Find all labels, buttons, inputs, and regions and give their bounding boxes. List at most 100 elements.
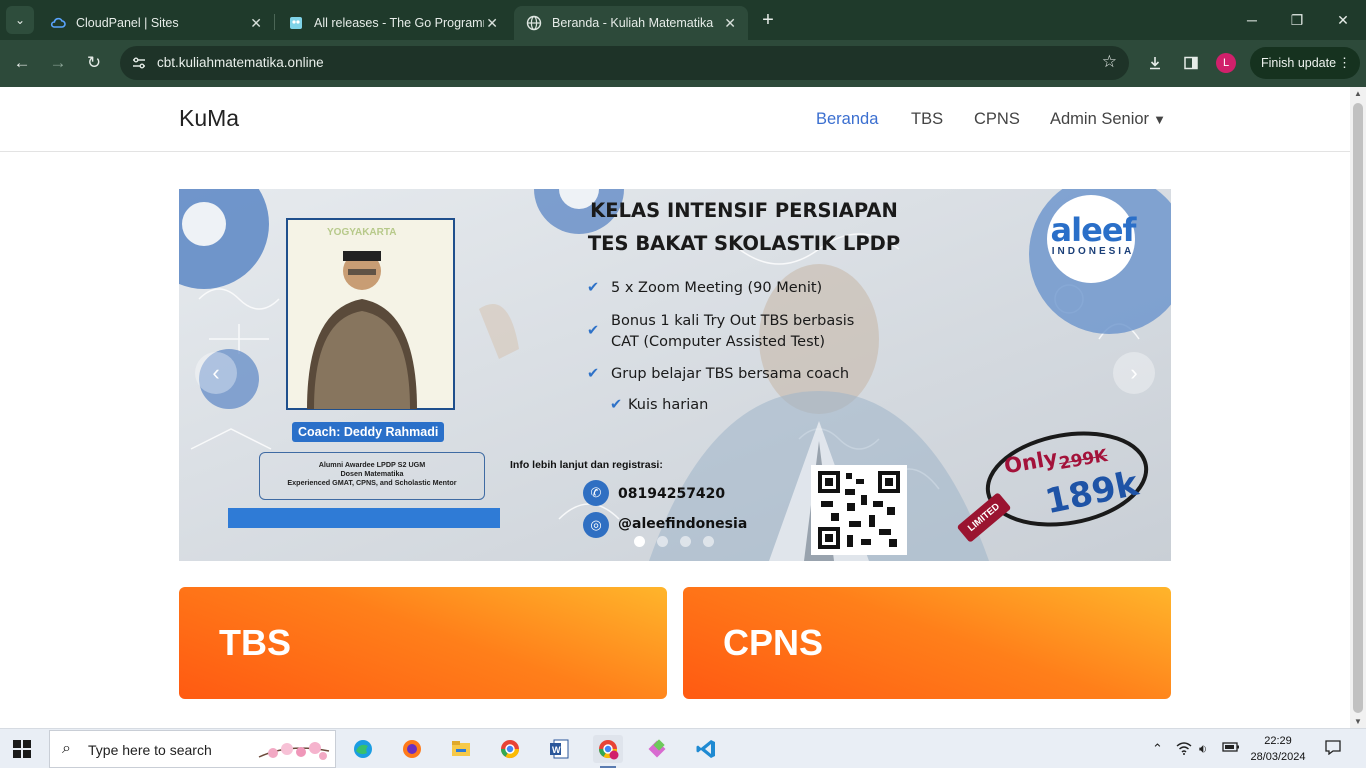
feature-item: ✔ 5 x Zoom Meeting (90 Menit) (587, 278, 822, 299)
carousel-prev-button[interactable]: ‹ (195, 352, 237, 394)
carousel-indicator[interactable] (634, 536, 645, 547)
file-explorer-icon[interactable] (446, 735, 476, 763)
cherry-blossom-icon (258, 742, 330, 760)
volume-icon[interactable]: 🔉︎ (1199, 741, 1207, 757)
chrome-profile-icon[interactable] (593, 735, 623, 768)
checkmark-icon: ✔ (587, 280, 600, 296)
carousel-indicator[interactable] (657, 536, 668, 547)
tab-go-releases[interactable]: All releases - The Go Programming Langua… (276, 6, 510, 40)
nav-beranda[interactable]: Beranda (816, 110, 878, 129)
banner-title-line2: TES BAKAT SKOLASTIK LPDP (587, 232, 901, 255)
tab-beranda[interactable]: Beranda - Kuliah Matematika ✕ (514, 6, 748, 40)
carousel-indicators (634, 536, 714, 547)
feature-item: ✔ Bonus 1 kali Try Out TBS berbasis (587, 311, 854, 339)
edge-icon[interactable] (348, 735, 378, 763)
coach-name-tag: Coach: Deddy Rahmadi (292, 422, 445, 442)
search-icon: ⌕ (62, 740, 71, 757)
tab-title: Beranda - Kuliah Matematika (552, 16, 714, 30)
photo-caption: YOGYAKARTA (327, 227, 397, 238)
phone-number: 08194257420 (618, 486, 726, 502)
notification-icon[interactable] (1324, 739, 1342, 760)
banner-title-line1: KELAS INTENSIF PERSIAPAN (590, 199, 898, 222)
search-placeholder: Type here to search (88, 742, 212, 758)
checkmark-icon: ✔ (587, 323, 600, 339)
back-arrow-icon[interactable]: ← (9, 50, 35, 76)
network-icon[interactable] (1176, 741, 1192, 758)
promo-carousel: KELAS INTENSIF PERSIAPAN TES BAKAT SKOLA… (179, 189, 1171, 561)
carousel-indicator[interactable] (680, 536, 691, 547)
more-menu-icon[interactable]: ⋮ (1338, 55, 1351, 71)
feature-item: ✔ Grup belajar TBS bersama coach (587, 364, 849, 385)
tab-cloudpanel[interactable]: CloudPanel | Sites ✕ (38, 6, 274, 40)
card-title: TBS (219, 622, 291, 663)
web-page: KuMa Beranda TBS CPNS Admin Senior ▼ KEL… (0, 87, 1350, 728)
instagram-handle: @aleefindonesia (618, 516, 748, 532)
go-gopher-icon (288, 15, 304, 31)
feature-item: ✔ Kuis harian (610, 395, 708, 416)
url-text: cbt.kuliahmatematika.online (157, 55, 324, 70)
close-icon[interactable]: ✕ (486, 15, 498, 32)
address-bar[interactable]: cbt.kuliahmatematika.online ☆ (120, 46, 1129, 80)
finish-update-label: Finish update (1261, 56, 1337, 70)
card-title: CPNS (723, 622, 824, 663)
site-settings-icon[interactable] (128, 52, 150, 74)
info-label: Info lebih lanjut dan registrasi: (510, 459, 663, 471)
close-window-icon[interactable]: ✕ (1331, 8, 1355, 32)
close-icon[interactable]: ✕ (250, 15, 262, 32)
close-icon[interactable]: ✕ (724, 15, 736, 32)
taskbar-search-box[interactable]: ⌕ Type here to search (49, 730, 336, 768)
tab-title: All releases - The Go Programming Langua… (314, 16, 484, 30)
tab-separator (274, 14, 275, 30)
nav-tbs[interactable]: TBS (911, 110, 943, 129)
new-tab-plus-icon[interactable]: + (756, 8, 780, 32)
vscode-icon[interactable] (691, 735, 721, 763)
tab-search-button[interactable]: ⌄ (6, 6, 34, 34)
scroll-down-arrow-icon[interactable]: ▼ (1354, 717, 1362, 726)
site-navbar: KuMa Beranda TBS CPNS Admin Senior ▼ (0, 87, 1350, 152)
scroll-thumb[interactable] (1353, 103, 1363, 713)
bookmark-star-icon[interactable]: ☆ (1102, 52, 1117, 72)
cloud-icon (50, 15, 66, 31)
carousel-next-button[interactable]: › (1113, 352, 1155, 394)
aleef-logo: aleef INDONESIA (1050, 211, 1137, 257)
battery-icon[interactable] (1222, 741, 1240, 756)
reload-icon[interactable]: ↻ (81, 50, 107, 76)
finish-update-button[interactable]: Finish update ⋮ (1250, 47, 1360, 79)
instagram-icon: ◎ (583, 512, 609, 538)
firefox-icon[interactable] (397, 735, 427, 763)
chevron-down-icon: ⌄ (14, 13, 26, 27)
download-icon[interactable] (1143, 51, 1167, 75)
chrome-icon[interactable] (495, 735, 525, 763)
coach-description: Alumni Awardee LPDP S2 UGM Dosen Matemat… (259, 452, 485, 500)
git-icon[interactable] (642, 735, 672, 763)
checkmark-icon: ✔ (587, 366, 600, 382)
nav-cpns[interactable]: CPNS (974, 110, 1020, 129)
page-scrollbar[interactable]: ▲ ▼ (1350, 87, 1366, 728)
clock-date: 28/03/2024 (1250, 751, 1306, 763)
windows-start-icon[interactable] (13, 740, 31, 758)
chevron-right-icon: › (1130, 360, 1138, 385)
side-panel-icon[interactable] (1179, 51, 1203, 75)
chevron-up-icon[interactable]: ⌃ (1152, 741, 1163, 757)
tab-title: CloudPanel | Sites (76, 16, 179, 30)
site-brand[interactable]: KuMa (179, 105, 239, 132)
nav-admin-label: Admin Senior (1050, 110, 1150, 128)
scroll-up-arrow-icon[interactable]: ▲ (1354, 89, 1362, 98)
taskbar-clock[interactable]: 22:29 28/03/2024 (1248, 733, 1308, 765)
profile-avatar[interactable]: L (1216, 53, 1236, 73)
chevron-left-icon: ‹ (212, 360, 220, 385)
decorative-bar (228, 508, 500, 528)
word-icon[interactable]: W (544, 735, 574, 763)
windows-taskbar: ⌕ Type here to search W ⌃ 🔉︎ 22:29 28/03… (0, 728, 1366, 768)
whatsapp-icon: ✆ (583, 480, 609, 506)
checkmark-icon: ✔ (610, 397, 623, 413)
chevron-down-icon: ▼ (1153, 112, 1166, 127)
card-tbs[interactable]: TBS (179, 587, 667, 699)
browser-toolbar: ← → ↻ cbt.kuliahmatematika.online ☆ L Fi… (0, 40, 1366, 87)
carousel-indicator[interactable] (703, 536, 714, 547)
nav-admin-dropdown[interactable]: Admin Senior ▼ (1050, 110, 1166, 129)
forward-arrow-icon[interactable]: → (45, 50, 71, 76)
card-cpns[interactable]: CPNS (683, 587, 1171, 699)
minimize-icon[interactable]: ─ (1240, 8, 1264, 32)
restore-icon[interactable]: ❐ (1285, 8, 1309, 32)
